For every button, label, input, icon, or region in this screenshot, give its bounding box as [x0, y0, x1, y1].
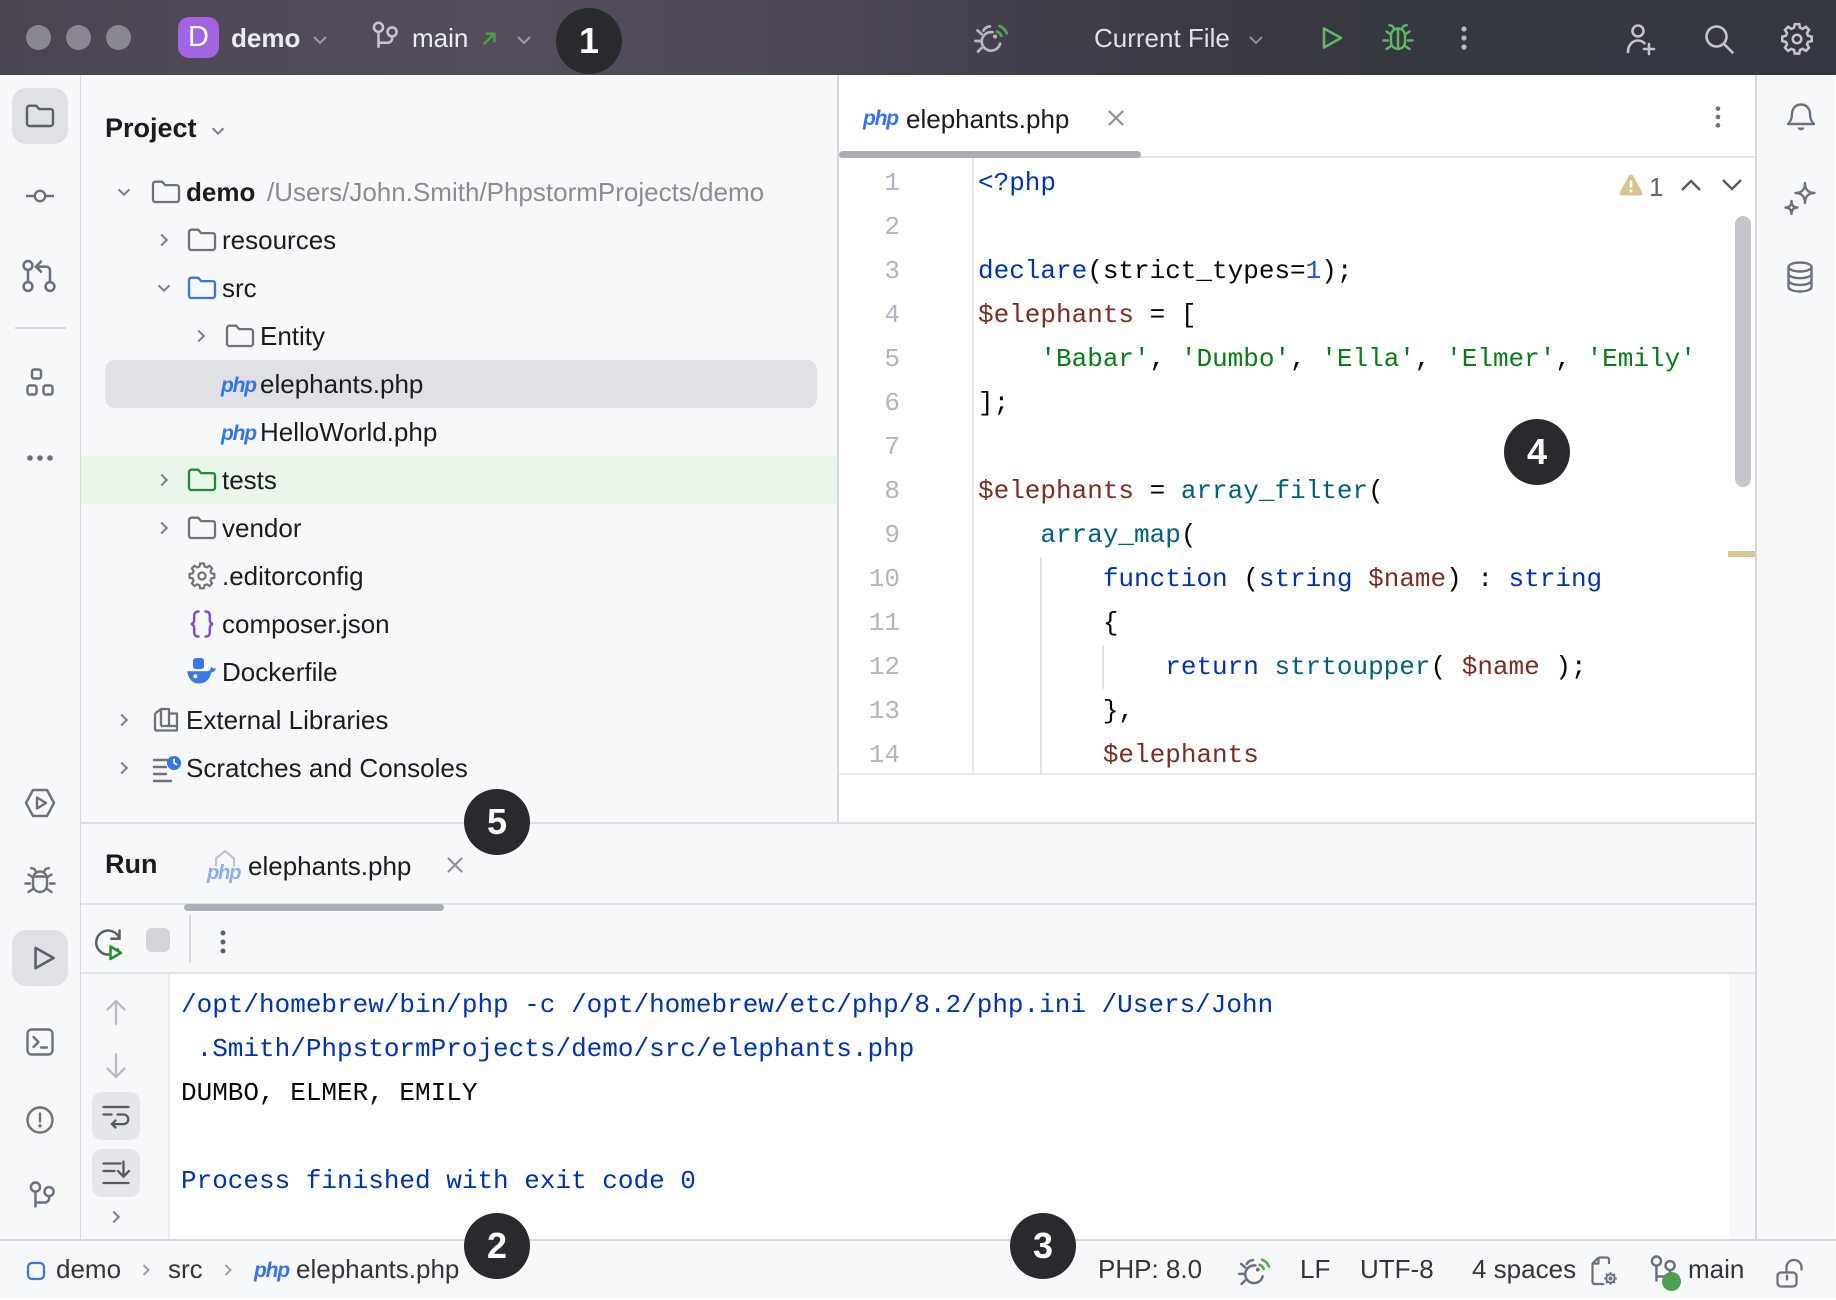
svg-text:php: php [206, 862, 241, 884]
